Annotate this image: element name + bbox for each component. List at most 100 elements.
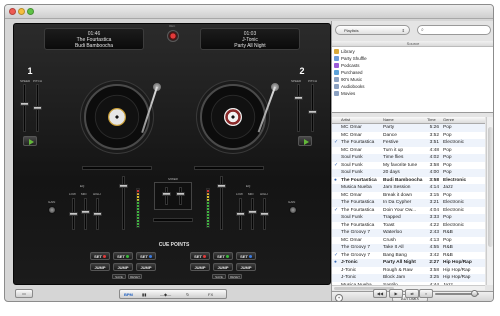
previous-track-button[interactable]: ◀◀	[373, 289, 387, 298]
playlist-select[interactable]: Playlists ⇕	[335, 25, 410, 35]
eq-mid-knob-right[interactable]	[248, 210, 257, 214]
eq-high-knob-left[interactable]	[93, 212, 102, 216]
eq-mid-fader-left[interactable]	[84, 198, 87, 230]
track-row[interactable]: J-Tonic Block Jam 3:25 Hip Hop/Rap	[332, 274, 485, 282]
track-row[interactable]: Soul Funk Time flies 4:02 Pop	[332, 154, 485, 162]
track-row[interactable]: The Fourtastica Toast 4:22 Electronic	[332, 222, 485, 230]
eq-mid-fader-right[interactable]	[251, 198, 254, 230]
track-time: 4:48	[429, 147, 439, 153]
track-genre: R&B	[443, 245, 453, 250]
source-item-audiobooks[interactable]: Audiobooks	[332, 83, 493, 90]
master-crossfader[interactable]	[153, 218, 193, 222]
cue-jump-button-right-1[interactable]: JUMP	[190, 263, 210, 271]
pitch-fader-knob-left[interactable]	[33, 106, 42, 110]
track-row[interactable]: MC Omar Party 5:26 Pop	[332, 124, 485, 132]
search-input[interactable]: ⌕	[417, 25, 491, 35]
cue-save-button-right[interactable]: SAVE	[212, 274, 226, 279]
play-button-right[interactable]	[298, 136, 312, 146]
cue-reset-button-left[interactable]: RESET	[128, 274, 142, 279]
volume-knob-right[interactable]	[217, 184, 226, 188]
minimize-button[interactable]	[18, 8, 25, 15]
crossfader-left-deck[interactable]	[82, 166, 152, 170]
eq-high-knob-right[interactable]	[260, 212, 269, 216]
pitch-fader-knob-right[interactable]	[308, 110, 317, 114]
track-row[interactable]: The Groovy 7 Waterloo 2:43 R&B	[332, 229, 485, 237]
pitch-fader-right[interactable]	[311, 84, 314, 132]
track-row[interactable]: ✓ The Groovy 7 Bang Bang 3:42 R&B	[332, 252, 485, 260]
source-item-library[interactable]: Library	[332, 48, 493, 55]
column-header-artist[interactable]: Artist	[341, 117, 350, 123]
track-table-vertical-scrollbar[interactable]	[486, 117, 493, 285]
eq-low-knob-right[interactable]	[236, 212, 245, 216]
cue-jump-button-left-1[interactable]: JUMP	[90, 263, 110, 271]
speed-fader-left[interactable]	[23, 84, 26, 132]
eq-mid-knob-left[interactable]	[81, 210, 90, 214]
track-row[interactable]: The Groovy 7 Take It All 4:55 R&B	[332, 244, 485, 252]
master-volume-knob[interactable]	[471, 290, 478, 297]
shuffle-button[interactable]: ⇄	[405, 289, 419, 298]
track-artist: MC Omar	[341, 125, 362, 130]
source-item-purchased[interactable]: Purchased	[332, 69, 493, 76]
cue-set-button-right-2[interactable]: SET	[213, 252, 233, 260]
column-header-name[interactable]: Name	[383, 117, 394, 123]
track-row[interactable]: ● J-Tonic Party All Night 2:27 Hip Hop/Rap	[332, 259, 485, 267]
track-row[interactable]: ● The Fourtastica Budi Bamboocha 3:58 Electr…	[332, 177, 485, 185]
loop-icon[interactable]: ↻	[186, 291, 189, 298]
track-row[interactable]: MC Omar Dance 3:52 Pop	[332, 132, 485, 140]
source-item-movies[interactable]: Movies	[332, 90, 493, 97]
cue-set-button-right-3[interactable]: SET	[236, 252, 256, 260]
track-row[interactable]: Musica Nueba Jam Session 4:14 Jazz	[332, 184, 485, 192]
sync-icon[interactable]: ▮▮	[142, 291, 146, 298]
column-header-genre[interactable]: Genre	[443, 117, 454, 123]
track-row[interactable]: J-Tonic Rough & Raw 3:58 Hip Hop/Rap	[332, 267, 485, 275]
view-toggle-button[interactable]: ▭	[15, 289, 33, 298]
mixer-fader-a[interactable]	[165, 187, 168, 205]
speed-fader-knob-left[interactable]	[20, 102, 29, 106]
gain-knob-right[interactable]	[289, 206, 297, 214]
turntable-left[interactable]	[84, 84, 150, 150]
cue-set-button-right-1[interactable]: SET	[190, 252, 210, 260]
cue-set-button-left-3[interactable]: SET	[136, 252, 156, 260]
headphones-button[interactable]: ∩	[419, 289, 433, 298]
play-pause-button[interactable]: ▶	[389, 289, 403, 298]
record-button[interactable]	[167, 30, 179, 42]
source-item-90s-music[interactable]: 90's Music	[332, 76, 493, 83]
scrollbar-thumb[interactable]	[488, 127, 493, 247]
play-button-left[interactable]	[23, 136, 37, 146]
track-row[interactable]: ✓ The Fourtastica Festive 3:51 Electronic	[332, 139, 485, 147]
crossfader-right-deck[interactable]	[194, 166, 264, 170]
track-row[interactable]: The Fourtastica In Da Cypher 3:21 Electroni…	[332, 199, 485, 207]
volume-knob-left[interactable]	[119, 184, 128, 188]
track-row[interactable]: ✓ The Fourtastica Doin Your Ow... 4:04 Elect…	[332, 207, 485, 215]
cue-jump-button-right-3[interactable]: JUMP	[236, 263, 256, 271]
cue-jump-button-right-2[interactable]: JUMP	[213, 263, 233, 271]
cue-jump-button-left-3[interactable]: JUMP	[136, 263, 156, 271]
bpm-label[interactable]: BPM	[124, 291, 133, 298]
close-button[interactable]	[9, 8, 16, 15]
track-row[interactable]: MC Omar Break it down 3:15 Pop	[332, 192, 485, 200]
speed-fader-knob-right[interactable]	[294, 96, 303, 100]
source-item-party-shuffle[interactable]: Party Shuffle	[332, 55, 493, 62]
column-header-time[interactable]: Time	[427, 117, 436, 123]
gain-knob-left[interactable]	[48, 206, 56, 214]
mixer-knob-b[interactable]	[176, 192, 185, 196]
fx-label[interactable]: FX	[208, 291, 213, 298]
mixer-knob-a[interactable]	[162, 192, 171, 196]
track-row[interactable]: MC Omar Crush 4:13 Pop	[332, 237, 485, 245]
speed-fader-right[interactable]	[297, 84, 300, 132]
cue-jump-button-left-2[interactable]: JUMP	[113, 263, 133, 271]
track-row[interactable]: Soul Funk 20 days 4:00 Pop	[332, 169, 485, 177]
mixer-fader-b[interactable]	[179, 187, 182, 205]
cue-reset-button-right[interactable]: RESET	[228, 274, 242, 279]
slider-icon[interactable]: —◆—	[160, 291, 171, 298]
zoom-button[interactable]	[27, 8, 34, 15]
track-row[interactable]: MC Omar Turn it up 4:48 Pop	[332, 147, 485, 155]
cue-save-button-left[interactable]: SAVE	[112, 274, 126, 279]
track-row[interactable]: Soul Funk Trapped 3:33 Pop	[332, 214, 485, 222]
turntable-right[interactable]	[200, 84, 266, 150]
track-row[interactable]: ✓ Soul Funk My favorite tune 3:58 Pop	[332, 162, 485, 170]
eq-low-knob-left[interactable]	[69, 212, 78, 216]
cue-set-button-left-1[interactable]: SET	[90, 252, 110, 260]
cue-set-button-left-2[interactable]: SET	[113, 252, 133, 260]
source-item-podcasts[interactable]: Podcasts	[332, 62, 493, 69]
